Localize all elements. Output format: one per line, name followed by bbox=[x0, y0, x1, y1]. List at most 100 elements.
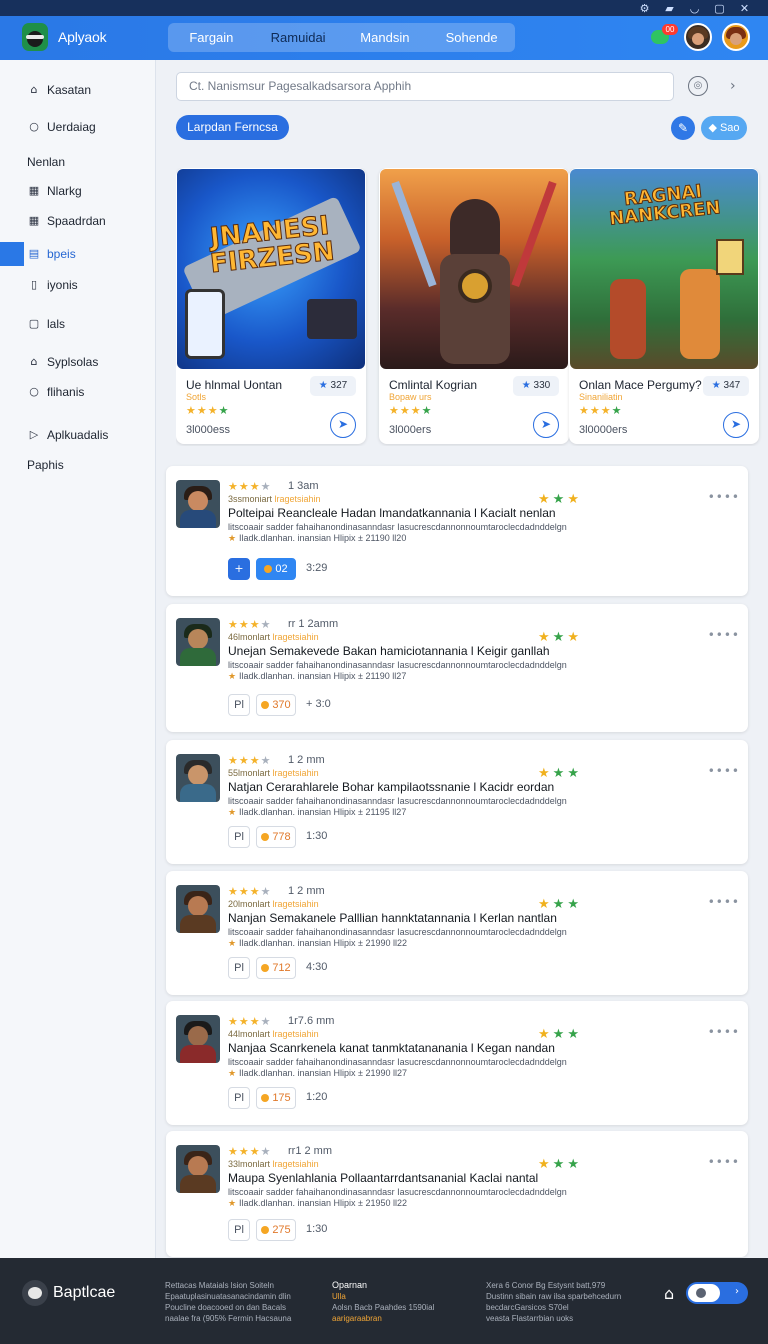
game-card[interactable]: RAGNAI NANKCREN Onlan Mace Pergumy? Sinani… bbox=[569, 168, 759, 444]
post-action-button[interactable]: Pl bbox=[228, 1219, 250, 1241]
avatar[interactable] bbox=[684, 23, 712, 51]
post-title[interactable]: Unejan Semakevede Bakan hamiciotannania … bbox=[228, 644, 550, 658]
theme-toggle[interactable]: › bbox=[686, 1282, 748, 1304]
tab-sohende[interactable]: Sohende bbox=[428, 23, 515, 52]
card-action-icon[interactable]: ➤ bbox=[533, 412, 559, 438]
close-icon[interactable]: ✕ bbox=[739, 3, 750, 14]
post-time: rr1 2 mm bbox=[288, 1145, 332, 1157]
small-action-button[interactable]: ◆ Sao bbox=[701, 116, 747, 140]
settings-icon[interactable]: ⚙ bbox=[639, 3, 650, 14]
star-icon: ★ bbox=[228, 1145, 239, 1158]
footer-logo bbox=[22, 1280, 48, 1306]
avatar[interactable] bbox=[176, 754, 220, 802]
post-title[interactable]: Nanjan Semakanele Palllian hannktatannan… bbox=[228, 911, 557, 925]
post-tag[interactable]: lragetsiahin bbox=[273, 768, 319, 778]
post-title[interactable]: Nanjaa Scanrkenela kanat tanmktatananani… bbox=[228, 1041, 555, 1055]
sidebar-item[interactable]: ⌂ Kasatan bbox=[0, 78, 156, 102]
star-icon: ★ bbox=[249, 1145, 261, 1158]
post-duration: 3:29 bbox=[306, 562, 328, 574]
post-stars: ★★★★ bbox=[228, 618, 272, 631]
post-description: litscoaair sadder fahaihanondinasanndasr… bbox=[228, 660, 567, 670]
home-icon[interactable]: ⌂ bbox=[664, 1284, 674, 1303]
list-item[interactable]: ★★★★ 1 2 mm 55lmonlart lragetsiahin Natjan … bbox=[166, 740, 748, 864]
avatar[interactable] bbox=[176, 1015, 220, 1063]
more-icon[interactable]: •••• bbox=[708, 628, 740, 642]
footer-link[interactable]: aarigaraabran bbox=[332, 1313, 434, 1324]
post-coin-button[interactable]: 712 bbox=[256, 957, 296, 979]
sidebar-item[interactable]: ⌂ Syplsolas bbox=[0, 350, 156, 374]
star-icon: ★ bbox=[249, 1015, 261, 1028]
post-coin-button[interactable]: 370 bbox=[256, 694, 296, 716]
post-description: litscoaair sadder fahaihanondinasanndasr… bbox=[228, 927, 567, 937]
avatar-secondary[interactable] bbox=[722, 23, 750, 51]
more-icon[interactable]: •••• bbox=[708, 1155, 740, 1169]
card-action-icon[interactable]: ➤ bbox=[723, 412, 749, 438]
window-icon[interactable]: ▢ bbox=[714, 3, 725, 14]
post-action-button[interactable]: + bbox=[228, 558, 250, 580]
sidebar-item[interactable]: ▤ bpeis bbox=[0, 242, 156, 266]
sidebar: ⌂ Kasatan ○ Uerdaiag Nenlan ▦ Nlarkg ▦ Spaadrdan… bbox=[0, 60, 156, 1258]
sidebar-item[interactable]: ▯ iyonis bbox=[0, 273, 156, 297]
post-action-button[interactable]: Pl bbox=[228, 957, 250, 979]
app-logo[interactable] bbox=[22, 23, 48, 51]
sidebar-item[interactable]: ○ flihanis bbox=[0, 380, 156, 404]
post-action-button[interactable]: Pl bbox=[228, 694, 250, 716]
more-icon[interactable]: •••• bbox=[708, 764, 740, 778]
avatar[interactable] bbox=[176, 885, 220, 933]
post-coin-button[interactable]: 778 bbox=[256, 826, 296, 848]
chat-icon[interactable]: 00 bbox=[648, 24, 678, 50]
arrow-icon: › bbox=[735, 1286, 739, 1297]
list-item[interactable]: ★★★★ 1 2 mm 20lmonlart lragetsiahin Nanjan … bbox=[166, 871, 748, 995]
game-card[interactable]: Cmlintal Kogrian Bopaw urs ★★★★ 3l000ers ★ 3… bbox=[379, 168, 569, 444]
list-item[interactable]: ★★★★ 1 3am 3ssmoniart lragetsiahin Polteipa… bbox=[166, 466, 748, 596]
post-title[interactable]: Polteipai Reancleale Hadan lmandatkannan… bbox=[228, 506, 556, 520]
sidebar-item[interactable]: ○ Uerdaiag bbox=[0, 115, 156, 139]
post-tag[interactable]: lragetsiahin bbox=[273, 1029, 319, 1039]
tab-mandsin[interactable]: Mandsin bbox=[342, 23, 429, 52]
sidebar-item[interactable]: ▦ Spaadrdan bbox=[0, 209, 156, 233]
more-icon[interactable]: •••• bbox=[708, 1025, 740, 1039]
refresh-icon[interactable]: ◎ bbox=[688, 76, 708, 96]
avatar[interactable] bbox=[176, 480, 220, 528]
post-coin-button[interactable]: 02 bbox=[256, 558, 296, 580]
more-icon[interactable]: •••• bbox=[708, 895, 740, 909]
sidebar-item-label: flihanis bbox=[47, 385, 85, 399]
post-tag[interactable]: lragetsiahin bbox=[273, 1159, 319, 1169]
post-coin-button[interactable]: 275 bbox=[256, 1219, 296, 1241]
user-icon[interactable]: ◡ bbox=[689, 3, 700, 14]
star-icon: ★ bbox=[567, 1157, 582, 1172]
post-action-button[interactable]: Pl bbox=[228, 826, 250, 848]
avatar[interactable] bbox=[176, 618, 220, 666]
avatar[interactable] bbox=[176, 1145, 220, 1193]
chevron-right-icon[interactable]: › bbox=[730, 78, 736, 94]
post-title[interactable]: Maupa Syenlahlania Pollaantarrdantsanani… bbox=[228, 1171, 538, 1185]
search-input[interactable]: Ct. Nanismsur Pagesalkadsarsora Apphih bbox=[176, 72, 674, 101]
sidebar-item[interactable]: ▷ Aplkuadalis bbox=[0, 423, 156, 447]
footer-link[interactable]: Ulla bbox=[332, 1291, 434, 1302]
star-icon: ★ bbox=[207, 404, 219, 417]
chart-icon[interactable]: ▰ bbox=[664, 3, 675, 14]
calendar-icon: ▤ bbox=[28, 247, 40, 260]
list-item[interactable]: ★★★★ rr 1 2amm 46lmonlart lragetsiahin Unej… bbox=[166, 604, 748, 732]
post-action-button[interactable]: Pl bbox=[228, 1087, 250, 1109]
tab-fargain[interactable]: Fargain bbox=[168, 23, 255, 52]
list-item[interactable]: ★★★★ 1r7.6 mm 44lmonlart lragetsiahin Nanja… bbox=[166, 1001, 748, 1125]
star-icon: ★ bbox=[228, 885, 239, 898]
list-item[interactable]: ★★★★ rr1 2 mm 33lmonlart lragetsiahin Maupa… bbox=[166, 1131, 748, 1257]
sidebar-item[interactable]: ▢ lals bbox=[0, 312, 156, 336]
tab-ramuidai[interactable]: Ramuidai bbox=[255, 23, 342, 52]
star-icon: ★ bbox=[421, 404, 433, 417]
more-icon[interactable]: •••• bbox=[708, 490, 740, 504]
card-action-icon[interactable]: ➤ bbox=[330, 412, 356, 438]
post-coin-button[interactable]: 175 bbox=[256, 1087, 296, 1109]
edit-icon[interactable]: ✎ bbox=[671, 116, 695, 140]
star-icon: ★ bbox=[538, 630, 553, 645]
primary-action-button[interactable]: Larpdan Ferncsa bbox=[176, 115, 289, 140]
star-icon: ★ bbox=[552, 897, 568, 912]
sidebar-item[interactable]: ▦ Nlarkg bbox=[0, 179, 156, 203]
post-tag[interactable]: lragetsiahin bbox=[273, 632, 319, 642]
post-tag[interactable]: lragetsiahin bbox=[275, 494, 321, 504]
game-card[interactable]: JNANESI FIRZESN Ue hlnmal Uontan Sotls ★★★★… bbox=[176, 168, 366, 444]
post-tag[interactable]: lragetsiahin bbox=[273, 899, 319, 909]
post-title[interactable]: Natjan Cerarahlarele Bohar kampilaotssna… bbox=[228, 780, 554, 794]
